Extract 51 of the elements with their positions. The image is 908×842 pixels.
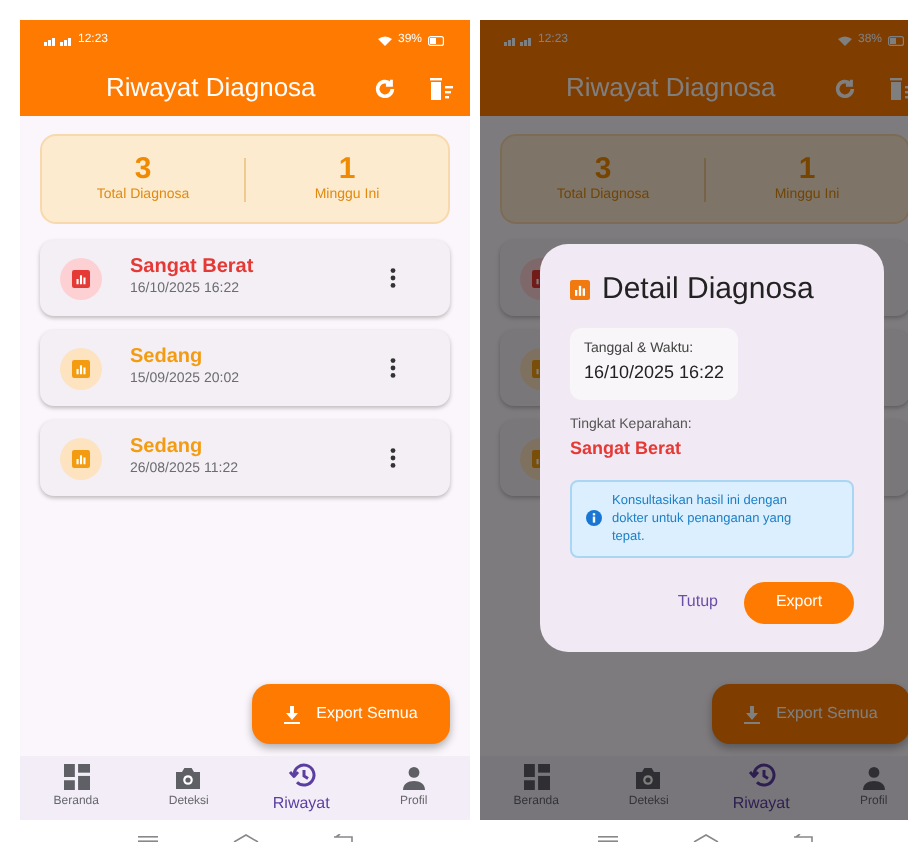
severity-label: Sangat Berat	[130, 255, 256, 280]
chart-icon	[570, 280, 590, 301]
screen-title: Riwayat Diagnosa	[566, 70, 778, 107]
datetime-value: 16/10/2025 16:22	[584, 360, 725, 386]
severity-label: Sedang	[130, 435, 205, 460]
screen-title: Riwayat Diagnosa	[106, 70, 318, 107]
history-icon	[287, 761, 316, 787]
stat-value: 3	[594, 151, 612, 186]
dashboard-icon	[63, 764, 90, 790]
severity-value: Sangat Berat	[570, 436, 684, 462]
battery-icon	[888, 35, 906, 45]
info-icon	[586, 510, 602, 526]
person-icon	[861, 765, 886, 789]
dashboard-icon	[523, 764, 550, 790]
person-icon	[401, 765, 426, 789]
nav-tab[interactable]: Riwayat	[705, 756, 818, 820]
stat-value: 3	[134, 151, 152, 186]
more-options-icon[interactable]	[390, 268, 396, 288]
menu-icon[interactable]	[597, 836, 617, 842]
dialog-title: Detail Diagnosa	[602, 270, 814, 310]
nav-tab[interactable]: Riwayat	[245, 756, 358, 820]
download-icon	[744, 705, 761, 723]
more-options-icon[interactable]	[390, 448, 396, 468]
back-icon[interactable]	[333, 834, 353, 842]
home-icon[interactable]	[691, 834, 719, 842]
signal-icon	[504, 35, 532, 45]
signal-icon	[44, 35, 72, 45]
camera-icon	[174, 765, 203, 789]
camera-icon	[634, 765, 663, 789]
refresh-icon[interactable]	[374, 77, 396, 99]
export-all-button[interactable]: Export Semua	[252, 684, 450, 744]
stat-value: 1	[798, 151, 816, 186]
download-icon	[284, 705, 301, 723]
chart-icon	[72, 359, 90, 377]
wifi-icon	[377, 35, 392, 45]
wifi-icon	[837, 35, 852, 45]
refresh-icon[interactable]	[834, 77, 856, 99]
export-button[interactable]: Export	[744, 581, 854, 623]
history-icon	[747, 761, 776, 787]
close-button[interactable]: Tutup	[677, 590, 718, 614]
home-icon[interactable]	[231, 834, 259, 842]
chart-icon	[72, 449, 90, 467]
clear-list-icon[interactable]	[890, 77, 908, 99]
stat-value: 1	[338, 151, 356, 186]
back-icon[interactable]	[793, 834, 813, 842]
clear-list-icon[interactable]	[430, 77, 454, 99]
severity-label: Sedang	[130, 345, 205, 370]
battery-icon	[428, 35, 446, 45]
more-options-icon[interactable]	[390, 358, 396, 378]
chart-icon	[72, 269, 90, 287]
menu-icon[interactable]	[137, 836, 157, 842]
